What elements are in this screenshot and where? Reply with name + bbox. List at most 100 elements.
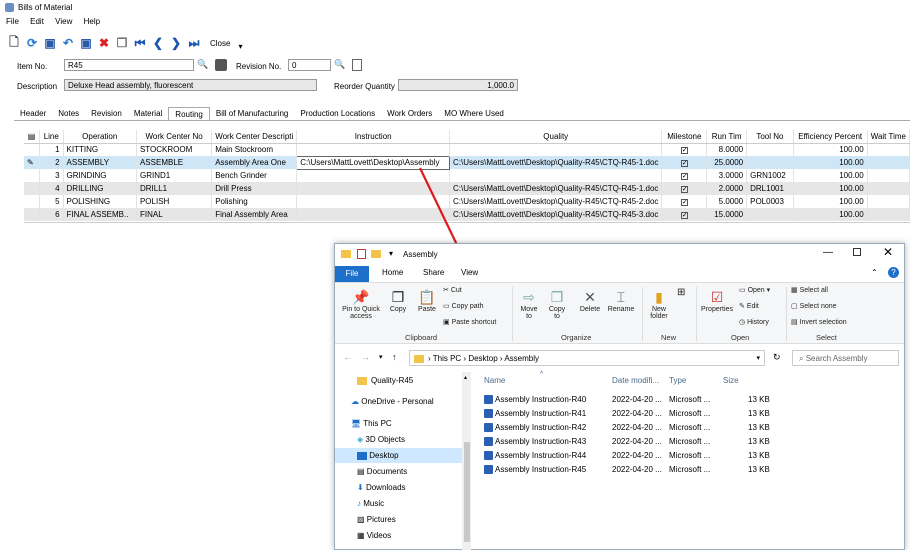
minimize-icon[interactable]: — xyxy=(823,247,833,258)
nav-scrollbar[interactable]: ▴ xyxy=(463,372,471,550)
rename-icon: ⌶ xyxy=(616,289,626,305)
ribbon-tab-share[interactable]: Share xyxy=(423,268,444,277)
pin-quick-access-button[interactable]: 📌 Pin to Quick access xyxy=(339,289,383,320)
nav-onedrive[interactable]: ☁ OneDrive - Personal xyxy=(351,394,434,409)
select-all-button[interactable]: ▦ Select all xyxy=(791,286,828,294)
col-type[interactable]: Type xyxy=(669,376,686,385)
file-row[interactable]: Assembly Instruction-R43 2022-04-20 ... Mi… xyxy=(478,435,898,449)
col-size[interactable]: Size xyxy=(723,376,739,385)
file-explorer-window: ▾ Assembly — ✕ File Home Share View ⌃ ? … xyxy=(334,243,905,550)
path-assembly[interactable]: Assembly xyxy=(504,354,539,363)
move-to-button[interactable]: ⇨ Move to xyxy=(517,289,541,320)
delete-icon: ✕ xyxy=(584,289,596,305)
new-folder-button[interactable]: ▮ New folder xyxy=(645,289,673,320)
recent-dropdown-icon[interactable]: ▾ xyxy=(379,353,383,361)
up-icon[interactable]: ↑ xyxy=(392,352,397,362)
paste-shortcut-button[interactable]: ▣ Paste shortcut xyxy=(443,318,496,326)
close-icon[interactable]: ✕ xyxy=(883,245,893,259)
folder-icon xyxy=(414,354,424,363)
col-name[interactable]: Name xyxy=(484,376,505,385)
edit-button[interactable]: ✎ Edit xyxy=(739,302,759,310)
file-row[interactable]: Assembly Instruction-R41 2022-04-20 ... Mi… xyxy=(478,407,898,421)
word-doc-icon xyxy=(484,451,493,461)
folder-icon xyxy=(357,376,367,385)
explorer-title-bar: ▾ Assembly — ✕ xyxy=(335,244,904,266)
search-icon: ⌕ xyxy=(799,354,804,363)
nav-quality-r45[interactable]: Quality-R45 xyxy=(357,373,413,388)
ribbon: 📌 Pin to Quick access ❐ Copy 📋 Paste ✂ Cut … xyxy=(335,282,904,344)
explorer-title: Assembly xyxy=(403,250,438,259)
maximize-icon[interactable] xyxy=(853,248,861,256)
nav-documents[interactable]: ▤ Documents xyxy=(357,464,407,479)
pin-icon: 📌 xyxy=(352,289,370,305)
word-doc-icon xyxy=(484,395,493,405)
address-bar: ← → ▾ ↑ › This PC › Desktop › Assembly ▾… xyxy=(335,348,904,368)
delete-button[interactable]: ✕ Delete xyxy=(578,289,602,313)
refresh-icon[interactable]: ↻ xyxy=(773,352,781,363)
cloud-icon: ☁ xyxy=(351,397,359,406)
copy-path-button[interactable]: ▭ Copy path xyxy=(443,302,483,310)
video-icon: ▦ xyxy=(357,531,365,540)
new-folder-quick-icon[interactable] xyxy=(371,250,381,258)
properties-quick-icon[interactable] xyxy=(357,249,366,259)
path-desktop[interactable]: Desktop xyxy=(468,354,497,363)
scroll-thumb[interactable] xyxy=(464,442,470,542)
back-icon[interactable]: ← xyxy=(343,352,352,362)
clipboard-icon: 📋 xyxy=(418,289,436,305)
nav-music[interactable]: ♪ Music xyxy=(357,496,384,511)
quick-access-dropdown-icon[interactable]: ▾ xyxy=(389,249,393,258)
col-date[interactable]: Date modifi... xyxy=(612,376,659,385)
word-doc-icon xyxy=(484,423,493,433)
copy-to-button[interactable]: ❐ Copy to xyxy=(545,289,569,320)
ribbon-tab-home[interactable]: Home xyxy=(382,268,403,277)
folder-icon xyxy=(341,250,351,258)
cut-button[interactable]: ✂ Cut xyxy=(443,286,462,294)
path-this-pc[interactable]: This PC xyxy=(433,354,461,363)
path-dropdown-icon[interactable]: ▾ xyxy=(756,354,760,362)
paste-button[interactable]: 📋 Paste xyxy=(415,289,439,313)
path-box[interactable]: › This PC › Desktop › Assembly ▾ xyxy=(409,350,765,366)
sort-icon: ^ xyxy=(540,371,544,378)
file-row[interactable]: Assembly Instruction-R42 2022-04-20 ... Mi… xyxy=(478,421,898,435)
nav-downloads[interactable]: ⬇ Downloads xyxy=(357,480,406,495)
ribbon-collapse-icon[interactable]: ⌃ xyxy=(871,268,878,277)
invert-selection-button[interactable]: ▤ Invert selection xyxy=(791,318,847,326)
ribbon-separator xyxy=(696,287,697,341)
ribbon-tab-view[interactable]: View xyxy=(461,268,478,277)
forward-icon[interactable]: → xyxy=(361,352,370,362)
history-button[interactable]: ◷ History xyxy=(739,318,769,326)
group-clipboard: Clipboard xyxy=(405,333,438,342)
picture-icon: ▧ xyxy=(357,515,365,524)
file-row[interactable]: Assembly Instruction-R45 2022-04-20 ... Mi… xyxy=(478,463,898,477)
help-icon[interactable]: ? xyxy=(888,267,899,278)
document-icon: ▤ xyxy=(357,467,365,476)
nav-videos[interactable]: ▦ Videos xyxy=(357,528,391,543)
nav-3d-objects[interactable]: ◈ 3D Objects xyxy=(357,432,405,447)
nav-desktop[interactable]: Desktop xyxy=(335,448,462,463)
file-list: Name ^ Date modifi... Type Size Assembly… xyxy=(478,371,898,550)
search-input[interactable]: ⌕ Search Assembly xyxy=(792,350,899,366)
ribbon-separator xyxy=(786,287,787,341)
move-icon: ⇨ xyxy=(523,289,535,305)
properties-button[interactable]: ☑ Properties xyxy=(699,289,735,313)
computer-icon: 🖥 xyxy=(351,419,362,428)
open-button[interactable]: ▭ Open ▾ xyxy=(739,286,770,294)
copy-button[interactable]: ❐ Copy xyxy=(387,289,409,313)
ribbon-separator xyxy=(642,287,643,341)
copy-to-icon: ❐ xyxy=(550,289,564,305)
select-none-button[interactable]: ▢ Select none xyxy=(791,302,837,310)
scroll-up-icon[interactable]: ▴ xyxy=(464,374,467,381)
group-new: New xyxy=(661,333,677,342)
ribbon-tab-file[interactable]: File xyxy=(335,266,369,282)
nav-this-pc[interactable]: 🖥 This PC xyxy=(351,416,392,431)
new-folder-icon: ▮ xyxy=(655,289,663,305)
file-row[interactable]: Assembly Instruction-R40 2022-04-20 ... Mi… xyxy=(478,393,898,407)
file-row[interactable]: Assembly Instruction-R44 2022-04-20 ... Mi… xyxy=(478,449,898,463)
group-organize: Organize xyxy=(561,333,592,342)
rename-button[interactable]: ⌶ Rename xyxy=(606,289,636,313)
nav-pictures[interactable]: ▧ Pictures xyxy=(357,512,396,527)
navigation-pane: Quality-R45 ☁ OneDrive - Personal 🖥 This… xyxy=(335,372,463,550)
group-select: Select xyxy=(816,333,837,342)
new-item-icon[interactable]: ⊞ xyxy=(677,287,685,298)
ribbon-separator xyxy=(512,287,513,341)
